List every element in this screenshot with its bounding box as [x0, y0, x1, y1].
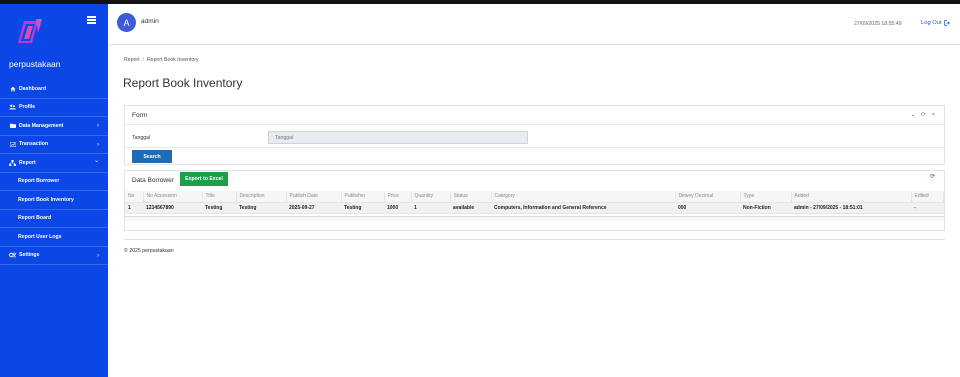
- sidebar-item-label: Report User Logs: [18, 233, 62, 240]
- chevron-right-icon: ›: [97, 123, 99, 129]
- table-cell: 1: [411, 201, 450, 214]
- table-row: 1 1234567890 Testing Testing 2025-09-27 …: [125, 201, 944, 214]
- column-header[interactable]: Publish Date: [286, 191, 342, 202]
- table-cell: 2025-09-27: [286, 201, 341, 214]
- top-header: A admin 27/09/2025 18:55:49 Log Out: [108, 4, 960, 45]
- table-cell: 1: [125, 201, 143, 214]
- column-header[interactable]: Edited: [911, 191, 944, 202]
- brand-name: perpustakaan: [9, 59, 61, 69]
- logout-icon: [943, 20, 950, 26]
- logout-label: Log Out: [921, 20, 942, 26]
- breadcrumb-separator: /: [142, 57, 145, 63]
- table-cell: 1000: [384, 201, 411, 214]
- gears-icon: [9, 252, 16, 258]
- sidebar-item-label: Report Borrower: [18, 178, 60, 185]
- column-header[interactable]: Price: [384, 191, 412, 202]
- breadcrumb-root[interactable]: Report: [124, 57, 140, 63]
- chart-icon: [9, 141, 16, 147]
- menu-toggle-icon[interactable]: [87, 16, 96, 24]
- sidebar-item-report-user-logs[interactable]: Report User Logs: [0, 228, 108, 247]
- sidebar-item-report[interactable]: Report ⌄: [0, 154, 108, 173]
- footer-text: © 2025 perpustakaan: [124, 248, 174, 254]
- sitemap-icon: [9, 159, 16, 166]
- chevron-down-icon: ⌄: [93, 158, 99, 164]
- form-body: Tanggal: [125, 125, 944, 148]
- horizontal-scrollbar[interactable]: [125, 216, 944, 221]
- column-header[interactable]: No: [125, 191, 144, 202]
- chevron-right-icon: ›: [97, 252, 99, 259]
- sidebar-item-label: Report: [19, 159, 36, 166]
- sidebar-item-label: Transaction: [19, 141, 49, 148]
- datetime: 27/09/2025 18:55:49: [854, 21, 902, 27]
- data-borrower-card: Data Borrower Export to Excel ⟳ No No Ac…: [124, 170, 945, 231]
- page-title: Report Book Inventory: [123, 76, 243, 90]
- table-cell: 1234567890: [143, 201, 202, 214]
- tanggal-label: Tanggal: [132, 135, 151, 141]
- form-card-header: Form ⌄ ⟳ ×: [125, 106, 944, 125]
- folder-icon: [9, 123, 16, 129]
- column-header[interactable]: Title: [202, 191, 237, 202]
- sidebar-item-label: Dashboard: [19, 85, 47, 92]
- sidebar-item-label: Report Board: [18, 215, 52, 222]
- sidebar-item-dashboard[interactable]: Dashboard: [0, 80, 108, 99]
- logo-icon: [18, 19, 42, 43]
- refresh-icon[interactable]: ⟳: [930, 173, 935, 180]
- column-header[interactable]: Dewey Decimal: [675, 191, 741, 202]
- collapse-icon[interactable]: ⌄: [911, 112, 916, 118]
- sidebar-item-label: Data Management: [19, 122, 64, 129]
- export-excel-button[interactable]: Export to Excel: [180, 172, 228, 186]
- breadcrumb: Report / Report Book Inventory: [124, 57, 199, 63]
- sidebar-item-report-borrower[interactable]: Report Borrower: [0, 173, 108, 191]
- tanggal-input[interactable]: [268, 131, 528, 144]
- form-card: Form ⌄ ⟳ × Tanggal Search: [124, 105, 945, 165]
- breadcrumb-current: Report Book Inventory: [147, 57, 199, 63]
- data-borrower-title: Data Borrower: [132, 177, 174, 184]
- sidebar-item-settings[interactable]: Settings ›: [0, 247, 108, 265]
- sidebar-item-transaction[interactable]: Transaction ›: [0, 136, 108, 154]
- logout-button[interactable]: Log Out: [921, 20, 950, 26]
- avatar[interactable]: A: [117, 13, 136, 32]
- inventory-table: No No Accession Title Description Publis…: [125, 191, 944, 214]
- sidebar-nav: Dashboard Profile Data Management › Tran…: [0, 80, 108, 265]
- column-header[interactable]: Category: [491, 191, 676, 202]
- reload-icon[interactable]: ⟳: [921, 112, 926, 118]
- card-tools: ⌄ ⟳ ×: [911, 112, 935, 118]
- table-cell: Computers, Information and General Refer…: [491, 201, 675, 214]
- form-card-title: Form: [132, 112, 148, 119]
- column-header[interactable]: Description: [236, 191, 287, 202]
- table-cell: Testing: [341, 201, 384, 214]
- table-header-row: No No Accession Title Description Publis…: [125, 191, 944, 202]
- sidebar-item-profile[interactable]: Profile: [0, 99, 108, 117]
- username: admin: [141, 18, 159, 25]
- column-header[interactable]: Type: [740, 191, 792, 202]
- table-cell: Non-Fiction: [740, 201, 791, 214]
- sidebar-item-label: Settings: [19, 252, 40, 259]
- search-button[interactable]: Search: [132, 150, 172, 163]
- divider: [124, 239, 945, 240]
- table-cell: 000: [675, 201, 740, 214]
- sidebar-item-data-management[interactable]: Data Management ›: [0, 117, 108, 136]
- sidebar: perpustakaan Dashboard Profile Data Mana…: [0, 4, 108, 377]
- column-header[interactable]: Publisher: [341, 191, 385, 202]
- table-cell: Testing: [236, 201, 286, 214]
- search-row: Search: [125, 148, 944, 164]
- column-header[interactable]: Status: [450, 191, 492, 202]
- users-icon: [9, 104, 16, 110]
- data-borrower-header: Data Borrower Export to Excel ⟳: [125, 171, 944, 190]
- table-cell: available: [450, 201, 491, 214]
- column-header[interactable]: No Accession: [143, 191, 203, 202]
- sidebar-item-label: Report Book Inventory: [18, 196, 74, 203]
- home-icon: [9, 86, 16, 92]
- column-header[interactable]: Added: [791, 191, 912, 202]
- sidebar-item-label: Profile: [19, 104, 36, 111]
- table-cell: admin - 27/09/2025 - 18:51:01: [791, 201, 911, 214]
- sidebar-item-report-book-inventory[interactable]: Report Book Inventory: [0, 191, 108, 210]
- table-cell: -: [911, 201, 944, 214]
- sidebar-item-report-board[interactable]: Report Board: [0, 210, 108, 228]
- column-header[interactable]: Quantity: [411, 191, 451, 202]
- chevron-right-icon: ›: [97, 141, 99, 148]
- table-cell: Testing: [202, 201, 236, 214]
- close-icon[interactable]: ×: [932, 112, 935, 118]
